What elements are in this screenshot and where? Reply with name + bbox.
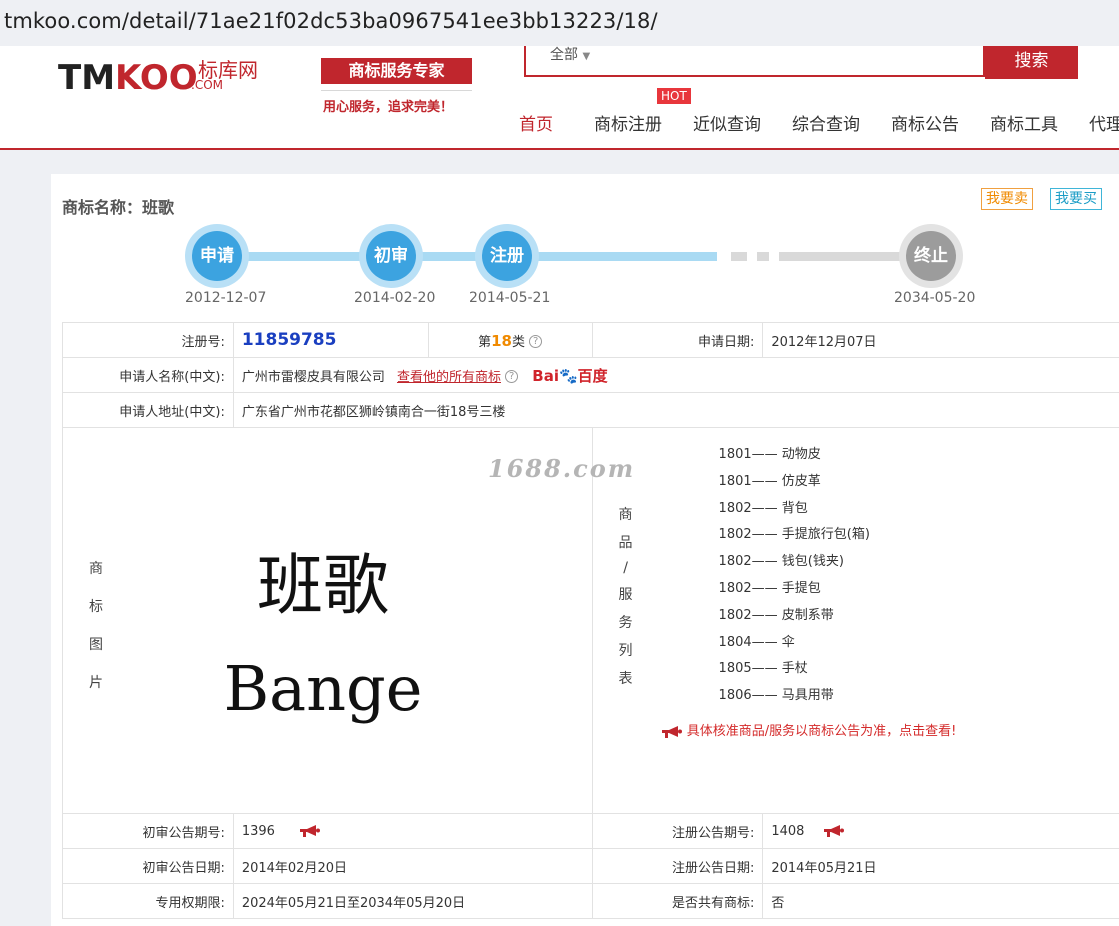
timeline-date: 2014-02-20	[354, 290, 436, 306]
list-item: 1804—— 伞	[718, 634, 795, 650]
goods-services-cell: 商 品 / 服 务 列 表 1801—— 动物皮 1801—— 仿皮革 1802…	[591, 427, 1119, 814]
reg-notice-date-label: 注册公告日期:	[591, 848, 764, 884]
url-text[interactable]: tmkoo.com/detail/71ae21f02dc53ba0967541e…	[4, 9, 658, 33]
table-row: 申请人名称(中文): 广州市雷樱皮具有限公司 查看他的所有商标 ? Bai🐾百度	[62, 357, 1119, 393]
class-cell: 第18类 ?	[427, 322, 593, 358]
search-input[interactable]: 全部 ▼	[524, 46, 985, 77]
prelim-date-label: 初审公告日期:	[62, 848, 234, 884]
trademark-info-table: 注册号: 11859785 第18类 ? 申请日期: 2012年12月07日 申…	[62, 322, 1119, 919]
timeline-gap-dash	[731, 252, 747, 261]
shared-trademark-label: 是否共有商标:	[591, 883, 764, 919]
prelim-date-value: 2014年02月20日	[232, 848, 593, 884]
timeline-node-register: 注册	[475, 224, 539, 288]
mark-text-cn: 班歌	[257, 547, 389, 624]
timeline-date: 2014-05-21	[469, 290, 551, 306]
baidu-paw-icon: 🐾	[558, 366, 578, 385]
goods-notice-link[interactable]: 具体核准商品/服务以商标公告为准，点击查看!	[661, 720, 956, 739]
timeline-progress-bar	[217, 252, 717, 261]
nav-agency[interactable]: 代理	[1089, 110, 1119, 135]
exclusive-term-value: 2024年05月21日至2034年05月20日	[232, 883, 593, 919]
prelim-no-value: 1396	[241, 823, 275, 839]
view-all-trademarks-link[interactable]: 查看他的所有商标	[397, 370, 501, 385]
prelim-no-label: 初审公告期号:	[62, 813, 234, 849]
nav-tools[interactable]: 商标工具	[990, 110, 1058, 135]
megaphone-icon[interactable]	[823, 824, 845, 838]
logo-com: .COM	[191, 78, 223, 92]
search-scope-select[interactable]: 全部 ▼	[550, 44, 590, 64]
address-label: 申请人地址(中文):	[62, 392, 234, 428]
list-item: 1802—— 钱包(钱夹)	[718, 554, 844, 570]
megaphone-icon	[661, 725, 683, 739]
logo-tm: TM	[58, 58, 116, 98]
chevron-down-icon: ▼	[582, 51, 591, 62]
applicant-label: 申请人名称(中文):	[62, 357, 234, 393]
timeline-date: 2012-12-07	[185, 290, 267, 306]
service-badge: 商标服务专家	[321, 58, 472, 84]
image-label-vertical: 商 标 图 片	[89, 561, 103, 691]
nav-general-search[interactable]: 综合查询	[792, 110, 860, 135]
trademark-detail-card: 商标名称：班歌 我要卖 我要买 申请 2012-12-07 初审 2014-02…	[51, 174, 1119, 926]
shared-trademark-value: 否	[762, 883, 1119, 919]
list-item: 1801—— 仿皮革	[718, 473, 821, 489]
logo-koo: KOO	[115, 58, 198, 98]
nav-similar-search[interactable]: 近似查询	[693, 110, 761, 135]
goods-list: 1801—— 动物皮 1801—— 仿皮革 1802—— 背包 1802—— 手…	[719, 442, 870, 710]
list-item: 1802—— 背包	[718, 500, 808, 516]
class-number: 18	[491, 331, 512, 350]
watermark: 1688.com	[488, 454, 636, 483]
sell-button[interactable]: 我要卖	[981, 188, 1033, 210]
help-icon[interactable]: ?	[505, 369, 519, 383]
table-row: 商 标 图 片 班歌 Bange 商 品 / 服 务 列 表 1801—— 动物…	[62, 427, 1119, 814]
page-title: 商标名称：班歌	[62, 198, 175, 217]
applicant-value: 广州市雷樱皮具有限公司	[241, 369, 385, 385]
reg-no-label: 注册号:	[62, 322, 234, 358]
nav-register[interactable]: 商标注册	[594, 110, 662, 135]
list-item: 1801—— 动物皮	[718, 447, 821, 462]
timeline-gap-dash	[757, 252, 769, 261]
site-logo[interactable]: TMKOO 标库网 .COM	[58, 58, 258, 98]
nav-home[interactable]: 首页	[519, 110, 553, 135]
timeline-remaining-bar	[779, 252, 903, 261]
list-item: 1806—— 马具用带	[718, 688, 834, 704]
list-item: 1802—— 手提包	[718, 580, 821, 596]
list-item: 1802—— 皮制系带	[718, 607, 834, 623]
reg-notice-no-label: 注册公告期号:	[591, 813, 764, 849]
trademark-image: 班歌 Bange	[223, 532, 423, 725]
slogan: 用心服务，追求完美！	[323, 100, 454, 115]
slogan-divider	[321, 90, 472, 91]
baidu-search-link[interactable]: Bai🐾百度	[532, 367, 607, 385]
table-row: 专用权期限: 2024年05月21日至2034年05月20日 是否共有商标: 否	[62, 883, 1119, 919]
nav-announcement[interactable]: 商标公告	[891, 110, 959, 135]
apply-date-value: 2012年12月07日	[762, 322, 1119, 358]
trademark-image-cell: 商 标 图 片 班歌 Bange	[62, 427, 593, 814]
timeline-node-prelim: 初审	[359, 224, 423, 288]
timeline-node-end: 终止	[899, 224, 963, 288]
reg-notice-no-value: 1408	[771, 823, 805, 839]
address-value: 广东省广州市花都区狮岭镇南合一街18号三楼	[232, 392, 1119, 428]
list-item: 1805—— 手杖	[718, 661, 808, 677]
timeline-date: 2034-05-20	[894, 290, 976, 306]
hot-badge: HOT	[657, 88, 691, 104]
goods-label-vertical: 商 品 / 服 务 列 表	[618, 507, 633, 687]
reg-notice-date-value: 2014年05月21日	[762, 848, 1119, 884]
search-button[interactable]: 搜索	[985, 46, 1078, 79]
browser-address-bar[interactable]: tmkoo.com/detail/71ae21f02dc53ba0967541e…	[0, 0, 1119, 46]
table-row: 注册号: 11859785 第18类 ? 申请日期: 2012年12月07日	[62, 322, 1119, 358]
apply-date-label: 申请日期:	[591, 322, 764, 358]
help-icon[interactable]: ?	[529, 334, 543, 348]
timeline-node-apply: 申请	[185, 224, 249, 288]
list-item: 1802—— 手提旅行包(箱)	[718, 527, 870, 543]
table-row: 申请人地址(中文): 广东省广州市花都区狮岭镇南合一街18号三楼	[62, 392, 1119, 428]
status-timeline: 申请 2012-12-07 初审 2014-02-20 注册 2014-05-2…	[51, 224, 1119, 314]
table-row: 初审公告日期: 2014年02月20日 注册公告日期: 2014年05月21日	[62, 848, 1119, 884]
mark-text-en: Bange	[223, 652, 423, 725]
site-header: TMKOO 标库网 .COM 商标服务专家 用心服务，追求完美！ 全部 ▼ 搜索…	[0, 46, 1119, 150]
exclusive-term-label: 专用权期限:	[62, 883, 234, 919]
buy-button[interactable]: 我要买	[1050, 188, 1102, 210]
megaphone-icon[interactable]	[299, 824, 321, 838]
reg-no-value: 11859785	[241, 330, 337, 350]
table-row: 初审公告期号: 1396 注册公告期号: 1408	[62, 813, 1119, 849]
